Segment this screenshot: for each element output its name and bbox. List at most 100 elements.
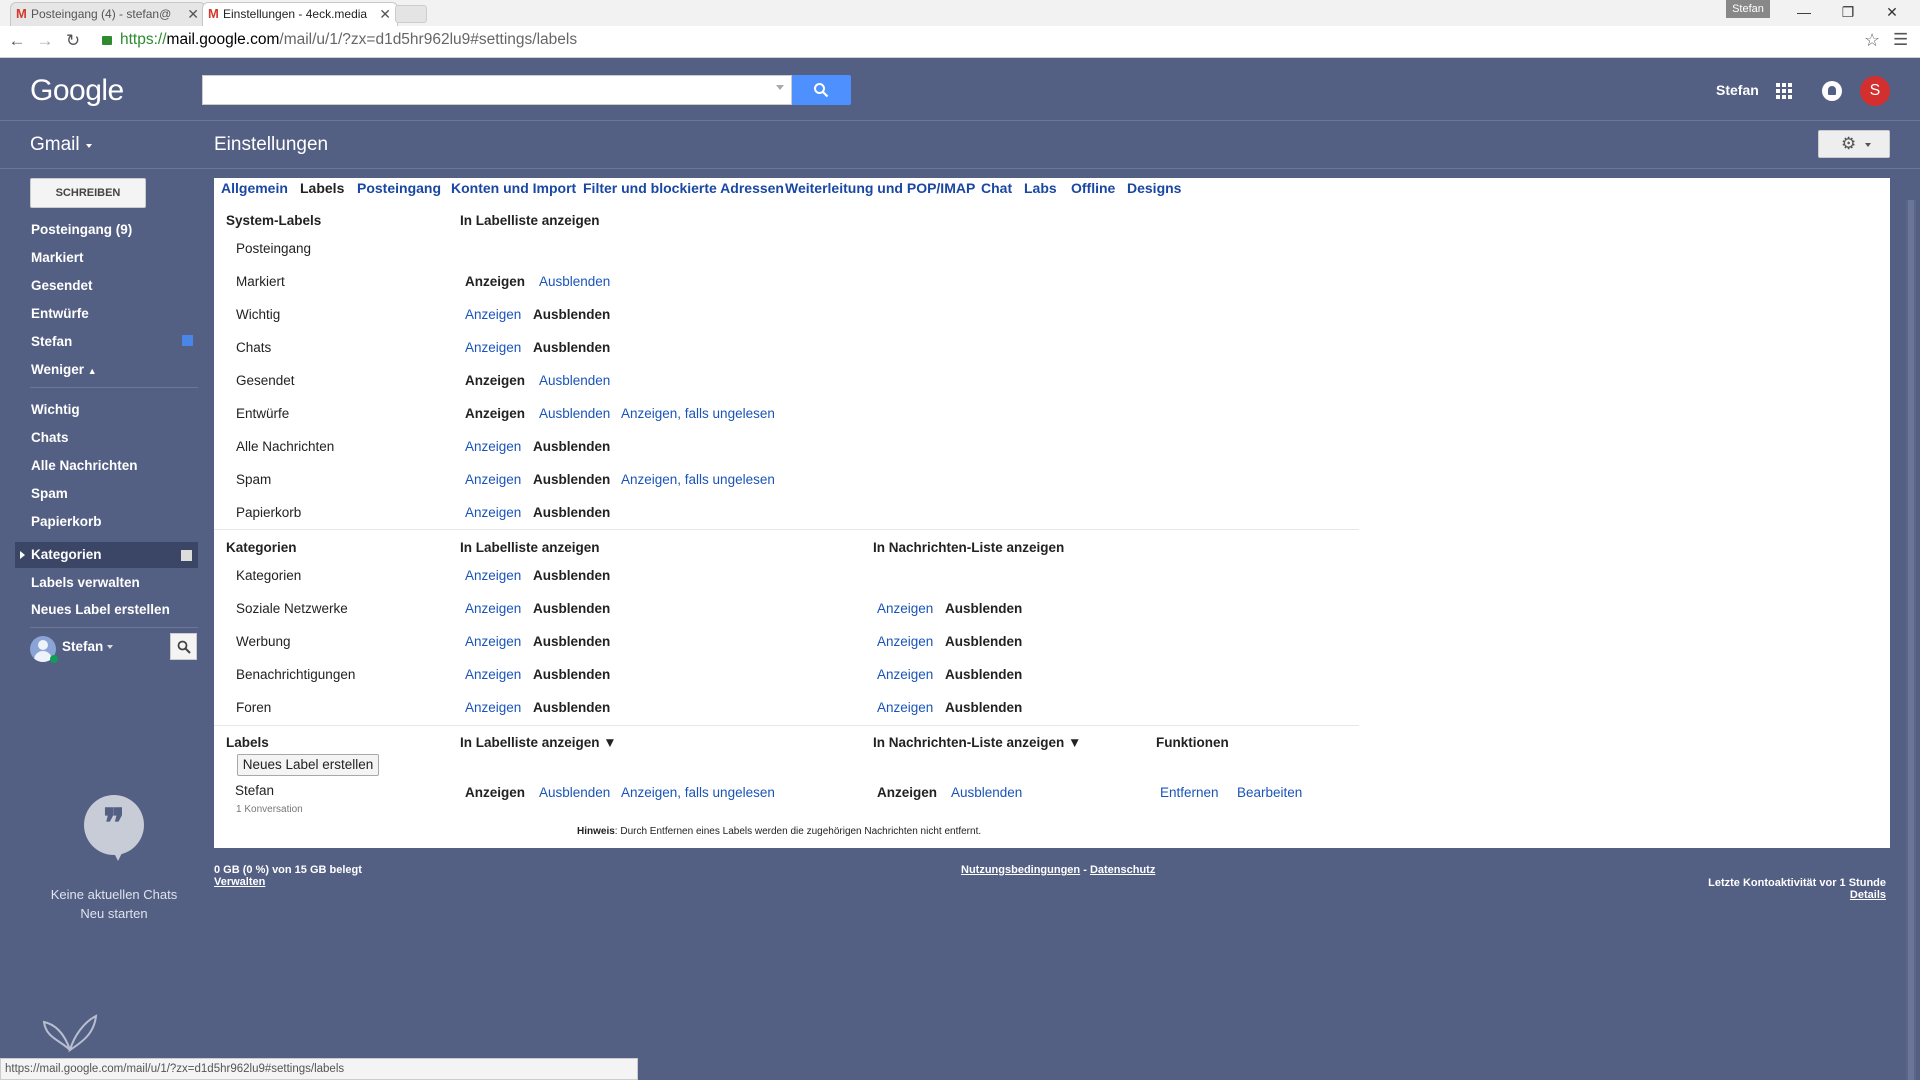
remove-label-link[interactable]: Entfernen	[1160, 785, 1219, 800]
nav-item-spam[interactable]: Spam	[31, 486, 68, 501]
hangouts-user-name[interactable]: Stefan	[62, 639, 103, 654]
close-icon[interactable]: ✕	[187, 3, 199, 25]
chevron-down-icon[interactable]	[86, 144, 92, 148]
tab-filters[interactable]: Filter und blockierte Adressen	[583, 180, 784, 196]
address-bar[interactable]: https://mail.google.com/mail/u/1/?zx=d1d…	[120, 31, 577, 49]
tab-themes[interactable]: Designs	[1127, 180, 1181, 196]
search-input[interactable]	[202, 75, 792, 105]
label-list-hide-option[interactable]: Ausblenden	[539, 785, 610, 800]
manage-storage-link[interactable]: Verwalten	[214, 876, 265, 888]
nav-item-categories-label[interactable]: Kategorien	[31, 547, 102, 562]
label-list-hide-option[interactable]: Ausblenden	[539, 373, 610, 388]
category-options-icon[interactable]	[181, 550, 192, 561]
browser-profile-chip[interactable]: Stefan	[1726, 0, 1770, 18]
nav-item-chats[interactable]: Chats	[31, 430, 69, 445]
browser-tab-inbox[interactable]: M Posteingang (4) - stefan@ ✕	[10, 2, 206, 26]
account-avatar[interactable]: S	[1860, 76, 1890, 106]
label-list-show-option[interactable]: Anzeigen	[465, 601, 521, 616]
restore-icon[interactable]: ❐	[1826, 0, 1870, 26]
label-list-show-if-unread-option[interactable]: Anzeigen, falls ungelesen	[621, 472, 775, 487]
search-options-caret-icon[interactable]	[776, 85, 784, 90]
minimize-icon[interactable]: —	[1782, 0, 1826, 26]
tab-general[interactable]: Allgemein	[221, 180, 288, 196]
label-color-swatch[interactable]	[182, 335, 193, 346]
chevron-right-icon[interactable]	[20, 551, 25, 559]
nav-item-inbox[interactable]: Posteingang (9)	[31, 222, 132, 237]
restart-link[interactable]: Neu starten	[0, 906, 228, 921]
tab-inbox[interactable]: Posteingang	[357, 180, 441, 196]
label-list-hide-option[interactable]: Ausblenden	[539, 274, 610, 289]
storage-usage: 0 GB (0 %) von 15 GB belegt	[214, 864, 362, 876]
nav-item-create-label[interactable]: Neues Label erstellen	[31, 602, 170, 617]
system-labels-heading: System-Labels	[226, 213, 322, 228]
settings-gear-button[interactable]: ⚙	[1818, 130, 1890, 158]
label-list-show-option[interactable]: Anzeigen	[465, 568, 521, 583]
message-list-show-option[interactable]: Anzeigen	[877, 601, 933, 616]
tab-labels[interactable]: Labels	[300, 180, 344, 196]
label-list-show-option[interactable]: Anzeigen	[465, 472, 521, 487]
label-list-show-option[interactable]: Anzeigen	[465, 700, 521, 715]
tab-chat[interactable]: Chat	[981, 180, 1012, 196]
label-list-show-if-unread-option[interactable]: Anzeigen, falls ungelesen	[621, 406, 775, 421]
header-user-name[interactable]: Stefan	[1716, 82, 1759, 98]
nav-item-all-mail[interactable]: Alle Nachrichten	[31, 458, 138, 473]
reload-icon[interactable]: ↻	[62, 30, 84, 52]
label-list-show-option[interactable]: Anzeigen	[465, 634, 521, 649]
compose-button[interactable]: SCHREIBEN	[30, 178, 146, 208]
labels-col-header[interactable]: In Labelliste anzeigen ▼	[460, 735, 617, 750]
nav-item-less[interactable]: Weniger ▲	[31, 362, 97, 377]
message-list-show-option[interactable]: Anzeigen	[877, 634, 933, 649]
section-divider	[214, 529, 1359, 530]
label-list-show-option[interactable]: Anzeigen	[465, 505, 521, 520]
label-list-show-option[interactable]: Anzeigen	[465, 667, 521, 682]
nav-item-label-stefan[interactable]: Stefan	[31, 334, 72, 349]
bookmark-star-icon[interactable]: ☆	[1864, 30, 1880, 51]
nav-item-drafts[interactable]: Entwürfe	[31, 306, 89, 321]
chevron-down-icon[interactable]	[107, 645, 113, 649]
tab-accounts-import[interactable]: Konten und Import	[451, 180, 576, 196]
edit-label-link[interactable]: Bearbeiten	[1237, 785, 1302, 800]
label-list-show-option[interactable]: Anzeigen	[465, 307, 521, 322]
browser-tab-settings[interactable]: M Einstellungen - 4eck.media ✕	[202, 2, 398, 26]
google-logo[interactable]: Google	[30, 74, 124, 108]
scrollbar-thumb[interactable]	[1908, 200, 1914, 1080]
activity-details-link[interactable]: Details	[1850, 889, 1886, 901]
message-list-show-option[interactable]: Anzeigen	[877, 667, 933, 682]
search-button[interactable]	[792, 75, 851, 105]
label-list-show-if-unread-option[interactable]: Anzeigen, falls ungelesen	[621, 785, 775, 800]
tab-forwarding-pop-imap[interactable]: Weiterleitung und POP/IMAP	[785, 180, 975, 196]
label-list-show-option[interactable]: Anzeigen	[465, 340, 521, 355]
label-row-name: Gesendet	[236, 373, 295, 388]
labels-col-header-messages[interactable]: In Nachrichten-Liste anzeigen ▼	[873, 735, 1081, 750]
message-list-show-option[interactable]: Anzeigen	[877, 700, 933, 715]
nav-item-sent[interactable]: Gesendet	[31, 278, 93, 293]
privacy-link[interactable]: Datenschutz	[1090, 864, 1155, 876]
notifications-bell-icon[interactable]	[1822, 81, 1842, 101]
label-row-name: Wichtig	[236, 307, 281, 322]
nav-item-trash[interactable]: Papierkorb	[31, 514, 102, 529]
apps-grid-icon[interactable]	[1776, 83, 1792, 99]
nav-item-manage-labels[interactable]: Labels verwalten	[31, 575, 140, 590]
label-list-hide-option[interactable]: Ausblenden	[539, 406, 610, 421]
gmail-favicon-icon: M	[208, 6, 219, 21]
section-divider	[214, 725, 1359, 726]
gmail-menu-label[interactable]: Gmail	[30, 134, 80, 156]
new-tab-button[interactable]	[395, 5, 427, 23]
terms-link[interactable]: Nutzungsbedingungen	[961, 864, 1080, 876]
nav-divider	[30, 387, 198, 388]
nav-item-important[interactable]: Wichtig	[31, 402, 80, 417]
tab-offline[interactable]: Offline	[1071, 180, 1115, 196]
nav-item-starred[interactable]: Markiert	[31, 250, 84, 265]
footer-links: Nutzungsbedingungen - Datenschutz	[961, 864, 1155, 876]
tab-labs[interactable]: Labs	[1024, 180, 1057, 196]
browser-menu-icon[interactable]: ☰	[1893, 30, 1908, 50]
label-list-show-option[interactable]: Anzeigen	[465, 439, 521, 454]
hangouts-search-button[interactable]	[170, 633, 197, 660]
window-close-icon[interactable]: ✕	[1870, 0, 1914, 26]
create-label-button[interactable]: Neues Label erstellen	[237, 754, 379, 776]
close-icon[interactable]: ✕	[379, 3, 391, 25]
back-arrow-icon[interactable]: ←	[6, 30, 28, 52]
forward-arrow-icon[interactable]: →	[34, 30, 56, 52]
user-label-name: Stefan	[235, 783, 275, 798]
message-list-hide-option[interactable]: Ausblenden	[951, 785, 1022, 800]
